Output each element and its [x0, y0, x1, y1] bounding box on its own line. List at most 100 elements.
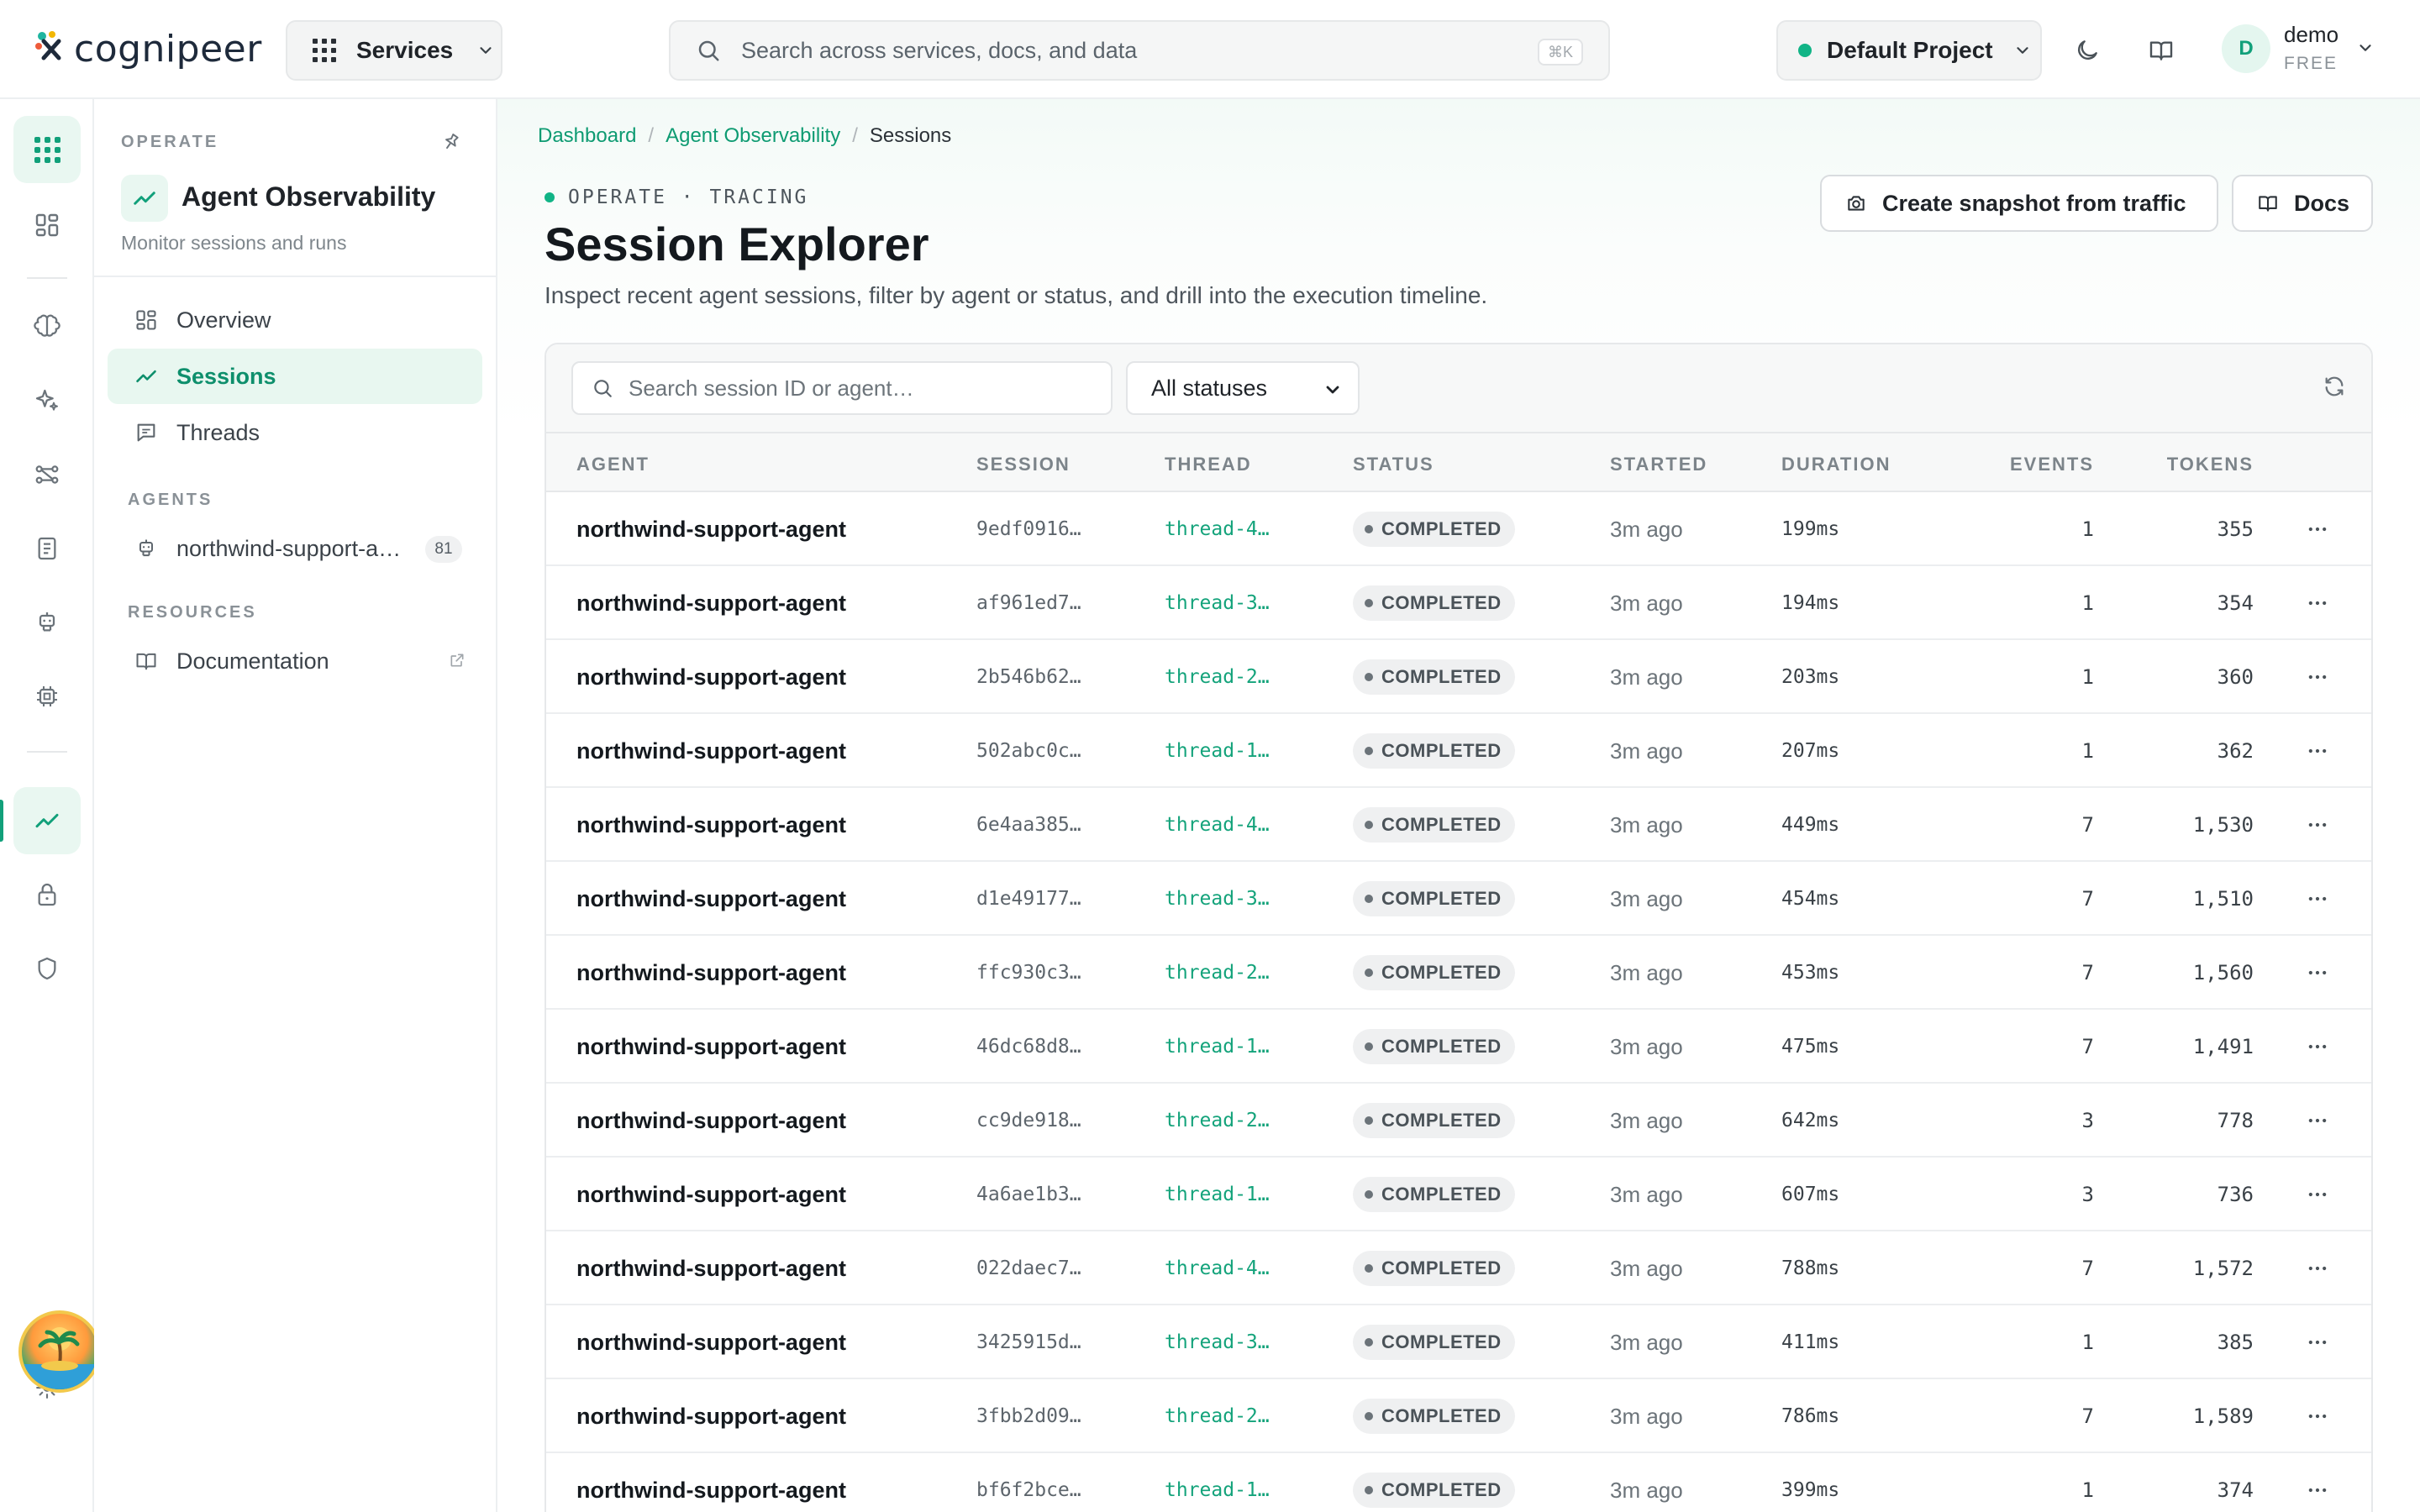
cell-agent[interactable]: northwind-support-agent [576, 1084, 846, 1158]
cell-session-id[interactable]: 2b546b62… [976, 640, 1081, 714]
session-search-input[interactable]: Search session ID or agent… [571, 361, 1113, 415]
cell-session-id[interactable]: 46dc68d8… [976, 1010, 1081, 1084]
table-row[interactable]: northwind-support-agent 4a6ae1b3… thread-1… [546, 1158, 2371, 1231]
column-header-tokens[interactable]: TOKENS [2167, 454, 2254, 475]
cell-agent[interactable]: northwind-support-agent [576, 936, 846, 1010]
cell-agent[interactable]: northwind-support-agent [576, 492, 846, 566]
breadcrumb-agent-observability[interactable]: Agent Observability [666, 124, 840, 148]
docs-button[interactable]: Docs [2232, 175, 2373, 232]
row-actions-button[interactable] [2301, 1453, 2334, 1512]
cell-session-id[interactable]: ffc930c3… [976, 936, 1081, 1010]
cell-thread-link[interactable]: thread-4… [1165, 788, 1270, 862]
table-row[interactable]: northwind-support-agent 46dc68d8… thread-1… [546, 1010, 2371, 1084]
row-actions-button[interactable] [2301, 1305, 2334, 1379]
table-row[interactable]: northwind-support-agent af961ed7… thread-3… [546, 566, 2371, 640]
column-header-thread[interactable]: THREAD [1165, 454, 1252, 475]
column-header-started[interactable]: STARTED [1610, 454, 1707, 475]
workspace-avatar[interactable] [18, 1310, 101, 1393]
cell-thread-link[interactable]: thread-3… [1165, 862, 1270, 936]
row-actions-button[interactable] [2301, 788, 2334, 862]
nav-item-overview[interactable]: Overview [108, 292, 482, 348]
cell-thread-link[interactable]: thread-1… [1165, 1453, 1270, 1512]
rail-security-button[interactable] [13, 861, 81, 928]
rail-observability-button[interactable] [13, 787, 81, 854]
cell-thread-link[interactable]: thread-1… [1165, 714, 1270, 788]
table-row[interactable]: northwind-support-agent cc9de918… thread-2… [546, 1084, 2371, 1158]
breadcrumb-dashboard[interactable]: Dashboard [538, 124, 636, 148]
column-header-agent[interactable]: AGENT [576, 454, 650, 475]
row-actions-button[interactable] [2301, 566, 2334, 640]
table-row[interactable]: northwind-support-agent 9edf0916… thread-4… [546, 492, 2371, 566]
cell-session-id[interactable]: 6e4aa385… [976, 788, 1081, 862]
cell-thread-link[interactable]: thread-4… [1165, 1231, 1270, 1305]
cell-session-id[interactable]: af961ed7… [976, 566, 1081, 640]
table-row[interactable]: northwind-support-agent bf6f2bce… thread-1… [546, 1453, 2371, 1512]
user-name[interactable]: demo [2284, 22, 2338, 48]
table-row[interactable]: northwind-support-agent 022daec7… thread-4… [546, 1231, 2371, 1305]
column-header-events[interactable]: EVENTS [2010, 454, 2094, 475]
cell-agent[interactable]: northwind-support-agent [576, 1231, 846, 1305]
cell-session-id[interactable]: 9edf0916… [976, 492, 1081, 566]
row-actions-button[interactable] [2301, 714, 2334, 788]
row-actions-button[interactable] [2301, 862, 2334, 936]
chevron-down-icon[interactable] [2356, 39, 2375, 57]
nav-item-sessions[interactable]: Sessions [108, 349, 482, 404]
cell-session-id[interactable]: 3425915d… [976, 1305, 1081, 1379]
project-selector[interactable]: Default Project [1776, 20, 2042, 81]
cell-session-id[interactable]: 3fbb2d09… [976, 1379, 1081, 1453]
cell-session-id[interactable]: 502abc0c… [976, 714, 1081, 788]
rail-guardrails-button[interactable] [13, 935, 81, 1002]
table-row[interactable]: northwind-support-agent 3fbb2d09… thread-2… [546, 1379, 2371, 1453]
rail-ai-button[interactable] [13, 367, 81, 434]
row-actions-button[interactable] [2301, 640, 2334, 714]
column-header-status[interactable]: STATUS [1353, 454, 1434, 475]
table-row[interactable]: northwind-support-agent 3425915d… thread-3… [546, 1305, 2371, 1379]
cell-agent[interactable]: northwind-support-agent [576, 1305, 846, 1379]
column-header-session[interactable]: SESSION [976, 454, 1071, 475]
pin-icon[interactable] [440, 131, 462, 153]
rail-apps-button[interactable] [13, 116, 81, 183]
cell-agent[interactable]: northwind-support-agent [576, 788, 846, 862]
cell-session-id[interactable]: bf6f2bce… [976, 1453, 1081, 1512]
agent-item-northwind-support[interactable]: northwind-support-a… 81 [108, 521, 482, 576]
cell-agent[interactable]: northwind-support-agent [576, 1158, 846, 1231]
row-actions-button[interactable] [2301, 1379, 2334, 1453]
status-filter-select[interactable]: All statuses [1126, 361, 1360, 415]
rail-agents-button[interactable] [13, 589, 81, 656]
row-actions-button[interactable] [2301, 1231, 2334, 1305]
cell-thread-link[interactable]: thread-2… [1165, 1084, 1270, 1158]
cell-session-id[interactable]: 022daec7… [976, 1231, 1081, 1305]
table-row[interactable]: northwind-support-agent d1e49177… thread-3… [546, 862, 2371, 936]
nav-item-threads[interactable]: Threads [108, 405, 482, 460]
cell-agent[interactable]: northwind-support-agent [576, 1379, 846, 1453]
theme-toggle-button[interactable] [2070, 34, 2104, 67]
cell-session-id[interactable]: d1e49177… [976, 862, 1081, 936]
rail-brain-button[interactable] [13, 293, 81, 360]
cell-agent[interactable]: northwind-support-agent [576, 640, 846, 714]
services-menu-button[interactable]: Services [286, 20, 502, 81]
cell-thread-link[interactable]: thread-1… [1165, 1010, 1270, 1084]
row-actions-button[interactable] [2301, 1158, 2334, 1231]
column-header-duration[interactable]: DURATION [1781, 454, 1891, 475]
global-search-input[interactable]: Search across services, docs, and data ⌘… [669, 20, 1610, 81]
cell-session-id[interactable]: 4a6ae1b3… [976, 1158, 1081, 1231]
cell-thread-link[interactable]: thread-2… [1165, 640, 1270, 714]
cell-agent[interactable]: northwind-support-agent [576, 714, 846, 788]
cell-thread-link[interactable]: thread-2… [1165, 936, 1270, 1010]
cell-thread-link[interactable]: thread-1… [1165, 1158, 1270, 1231]
cell-session-id[interactable]: cc9de918… [976, 1084, 1081, 1158]
cell-thread-link[interactable]: thread-3… [1165, 1305, 1270, 1379]
row-actions-button[interactable] [2301, 1084, 2334, 1158]
cell-agent[interactable]: northwind-support-agent [576, 862, 846, 936]
table-row[interactable]: northwind-support-agent 6e4aa385… thread-4… [546, 788, 2371, 862]
rail-compute-button[interactable] [13, 663, 81, 730]
logo[interactable]: cognipeer [34, 24, 262, 74]
row-actions-button[interactable] [2301, 1010, 2334, 1084]
table-row[interactable]: northwind-support-agent ffc930c3… thread-2… [546, 936, 2371, 1010]
create-snapshot-button[interactable]: Create snapshot from traffic [1820, 175, 2218, 232]
cell-agent[interactable]: northwind-support-agent [576, 1010, 846, 1084]
cell-thread-link[interactable]: thread-4… [1165, 492, 1270, 566]
cell-thread-link[interactable]: thread-2… [1165, 1379, 1270, 1453]
rail-documents-button[interactable] [13, 515, 81, 582]
docs-header-button[interactable] [2144, 34, 2178, 67]
